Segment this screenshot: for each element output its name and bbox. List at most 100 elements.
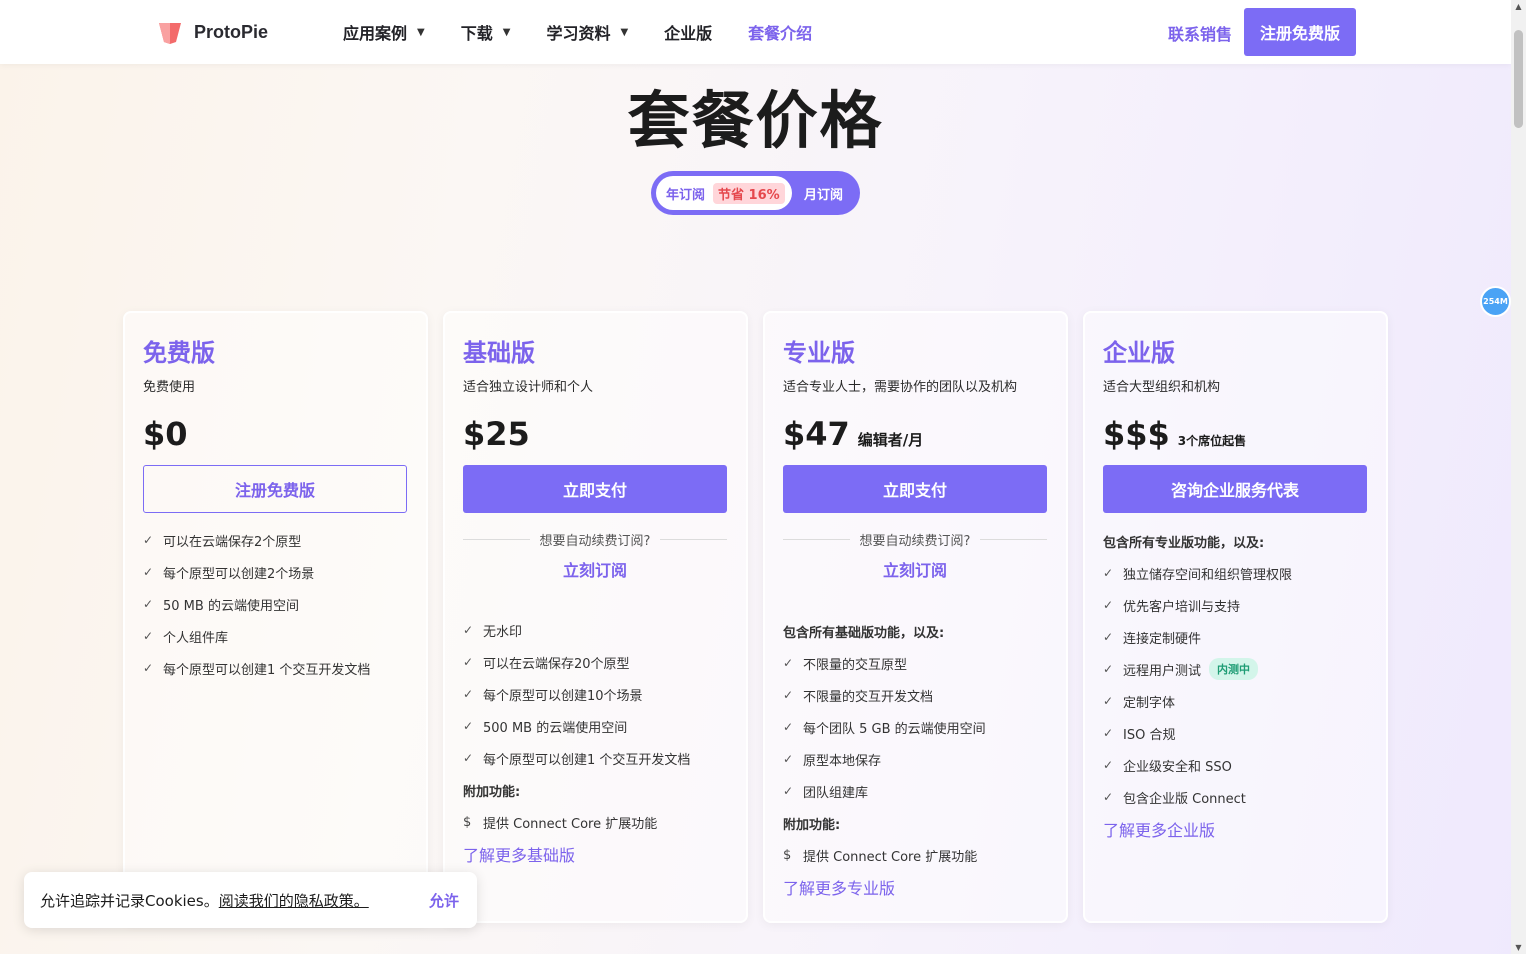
signup-free-button[interactable]: 注册免费版 bbox=[1244, 8, 1356, 56]
brand-logo[interactable]: ProtoPie bbox=[156, 18, 268, 46]
accept-cookies-button[interactable]: 允许 bbox=[429, 890, 459, 911]
dollar-icon: $ bbox=[463, 814, 472, 830]
feature-list: 包含所有专业版功能，以及: ✓ 独立储存空间和组织管理权限 ✓ 优先客户培训与支持 … bbox=[1103, 525, 1292, 845]
brand-name: ProtoPie bbox=[194, 21, 269, 42]
learn-more-enterprise-link[interactable]: 了解更多企业版 bbox=[1103, 813, 1292, 845]
contact-enterprise-rep-button[interactable]: 咨询企业服务代表 bbox=[1103, 465, 1367, 513]
learn-more-pro-link[interactable]: 了解更多专业版 bbox=[783, 871, 986, 903]
check-icon: ✓ bbox=[463, 719, 474, 733]
check-icon: ✓ bbox=[143, 597, 154, 611]
feature-item: ✓ 远程用户测试 内测中 bbox=[1103, 653, 1292, 685]
feature-item: ✓ 连接定制硬件 bbox=[1103, 621, 1292, 653]
feature-text: 每个原型可以创建10个场景 bbox=[483, 688, 643, 704]
monthly-option[interactable]: 月订阅 bbox=[804, 184, 843, 203]
features-heading: 包含所有基础版功能，以及: bbox=[783, 625, 945, 641]
nav-item-download[interactable]: 下载 ▼ bbox=[461, 20, 511, 44]
price-row: $47 编辑者/月 bbox=[783, 415, 923, 453]
plan-description: 免费使用 bbox=[143, 380, 196, 395]
feature-item: ✓ 50 MB 的云端使用空间 bbox=[143, 588, 370, 620]
feature-item: ✓ 每个团队 5 GB 的云端使用空间 bbox=[783, 711, 986, 743]
feature-text: 50 MB 的云端使用空间 bbox=[163, 598, 299, 614]
feature-list: ✓ 无水印 ✓ 可以在云端保存20个原型 ✓ 每个原型可以创建10个场景 ✓ 500 M… bbox=[463, 614, 690, 870]
feature-text: 原型本地保存 bbox=[803, 753, 882, 769]
page-scrollbar[interactable]: ▲ ▼ bbox=[1511, 0, 1526, 954]
feature-list: 包含所有基础版功能，以及: ✓ 不限量的交互原型 ✓ 不限量的交互开发文档 ✓ 每个团… bbox=[783, 615, 986, 903]
privacy-policy-link[interactable]: 阅读我们的隐私政策。 bbox=[219, 890, 369, 911]
nav-item-pricing[interactable]: 套餐介绍 bbox=[748, 20, 812, 44]
feature-text: 每个原型可以创建1 个交互开发文档 bbox=[163, 662, 371, 678]
plan-description: 适合大型组织和机构 bbox=[1103, 380, 1221, 395]
caret-down-icon: ▼ bbox=[502, 26, 511, 38]
divider-line bbox=[660, 539, 727, 540]
feature-item: ✓ 不限量的交互原型 bbox=[783, 647, 986, 679]
feature-item: ✓ 定制字体 bbox=[1103, 685, 1292, 717]
dollar-icon: $ bbox=[783, 847, 792, 863]
yearly-option[interactable]: 年订阅 节省 16% bbox=[656, 176, 792, 210]
plan-name: 免费版 bbox=[143, 339, 215, 367]
feature-text: 500 MB 的云端使用空间 bbox=[483, 720, 628, 736]
divider-line bbox=[980, 539, 1047, 540]
feature-text: 不限量的交互原型 bbox=[803, 657, 908, 673]
billing-period-toggle[interactable]: 年订阅 节省 16% 月订阅 bbox=[651, 171, 860, 215]
plan-price: $47 bbox=[783, 415, 850, 453]
plan-price: $$$ bbox=[1103, 415, 1170, 453]
check-icon: ✓ bbox=[1103, 790, 1114, 804]
check-icon: ✓ bbox=[463, 687, 474, 701]
feature-text: 每个团队 5 GB 的云端使用空间 bbox=[803, 721, 986, 737]
cookie-text: 允许追踪并记录Cookies。 bbox=[40, 891, 219, 910]
price-unit: 编辑者/月 bbox=[857, 431, 924, 449]
feature-item: ✓ 企业级安全和 SSO bbox=[1103, 749, 1292, 781]
feature-item: ✓ 团队组建库 bbox=[783, 775, 986, 807]
nav-item-label: 学习资料 bbox=[546, 24, 611, 43]
check-icon: ✓ bbox=[463, 623, 474, 637]
plan-card-basic: 基础版 适合独立设计师和个人 $25 立即支付 想要自动续费订阅? 立刻订阅 ✓… bbox=[443, 311, 748, 923]
addon-item: $ 提供 Connect Core 扩展功能 bbox=[783, 839, 986, 871]
memory-usage-badge[interactable]: 254M bbox=[1480, 286, 1511, 317]
check-icon: ✓ bbox=[1103, 598, 1114, 612]
feature-item: ✓ 每个原型可以创建2个场景 bbox=[143, 556, 370, 588]
feature-text: 可以在云端保存20个原型 bbox=[483, 656, 630, 672]
plan-card-free: 免费版 免费使用 $0 注册免费版 ✓ 可以在云端保存2个原型 ✓ 每个原型可以创建… bbox=[123, 311, 428, 923]
check-icon: ✓ bbox=[783, 688, 794, 702]
feature-text: 独立储存空间和组织管理权限 bbox=[1123, 567, 1293, 583]
top-nav: ProtoPie 应用案例 ▼ 下载 ▼ 学习资料 ▼ 企业版 套餐介绍 联系销… bbox=[0, 0, 1511, 64]
feature-item: ✓ 每个原型可以创建10个场景 bbox=[463, 678, 690, 710]
check-icon: ✓ bbox=[783, 752, 794, 766]
signup-free-plan-button[interactable]: 注册免费版 bbox=[143, 465, 407, 513]
feature-item: ✓ 每个原型可以创建1 个交互开发文档 bbox=[463, 742, 690, 774]
nav-item-use-cases[interactable]: 应用案例 ▼ bbox=[343, 20, 425, 44]
check-icon: ✓ bbox=[1103, 694, 1114, 708]
feature-text: ISO 合规 bbox=[1123, 727, 1176, 743]
plan-name: 基础版 bbox=[463, 339, 535, 367]
feature-item: ✓ 包含企业版 Connect bbox=[1103, 781, 1292, 813]
price-row: $$$ 3个席位起售 bbox=[1103, 415, 1246, 453]
pay-now-button[interactable]: 立即支付 bbox=[463, 465, 727, 513]
nav-item-learning[interactable]: 学习资料 ▼ bbox=[546, 20, 628, 44]
nav-item-enterprise[interactable]: 企业版 bbox=[664, 20, 712, 44]
feature-text: 定制字体 bbox=[1123, 695, 1176, 711]
contact-sales-link[interactable]: 联系销售 bbox=[1168, 21, 1232, 45]
page-title: 套餐价格 bbox=[627, 84, 884, 157]
auto-renew-divider: 想要自动续费订阅? bbox=[463, 530, 727, 549]
feature-item: ✓ ISO 合规 bbox=[1103, 717, 1292, 749]
feature-item: ✓ 每个原型可以创建1 个交互开发文档 bbox=[143, 652, 370, 684]
check-icon: ✓ bbox=[143, 565, 154, 579]
plan-card-enterprise: 企业版 适合大型组织和机构 $$$ 3个席位起售 咨询企业服务代表 包含所有专业… bbox=[1083, 311, 1388, 923]
check-icon: ✓ bbox=[1103, 662, 1114, 676]
subscribe-now-link[interactable]: 立刻订阅 bbox=[463, 557, 727, 581]
scroll-up-arrow-icon[interactable]: ▲ bbox=[1514, 2, 1523, 11]
scroll-thumb[interactable] bbox=[1514, 30, 1523, 128]
learn-more-basic-link[interactable]: 了解更多基础版 bbox=[463, 838, 690, 870]
check-icon: ✓ bbox=[463, 751, 474, 765]
check-icon: ✓ bbox=[143, 661, 154, 675]
caret-down-icon: ▼ bbox=[417, 26, 425, 38]
plan-name: 企业版 bbox=[1103, 339, 1175, 367]
check-icon: ✓ bbox=[783, 720, 794, 734]
subscribe-now-link[interactable]: 立刻订阅 bbox=[783, 557, 1047, 581]
scroll-down-arrow-icon[interactable]: ▼ bbox=[1514, 943, 1523, 952]
feature-text: 优先客户培训与支持 bbox=[1123, 599, 1241, 615]
auto-renew-divider: 想要自动续费订阅? bbox=[783, 530, 1047, 549]
feature-item: ✓ 个人组件库 bbox=[143, 620, 370, 652]
check-icon: ✓ bbox=[1103, 726, 1114, 740]
pay-now-button[interactable]: 立即支付 bbox=[783, 465, 1047, 513]
